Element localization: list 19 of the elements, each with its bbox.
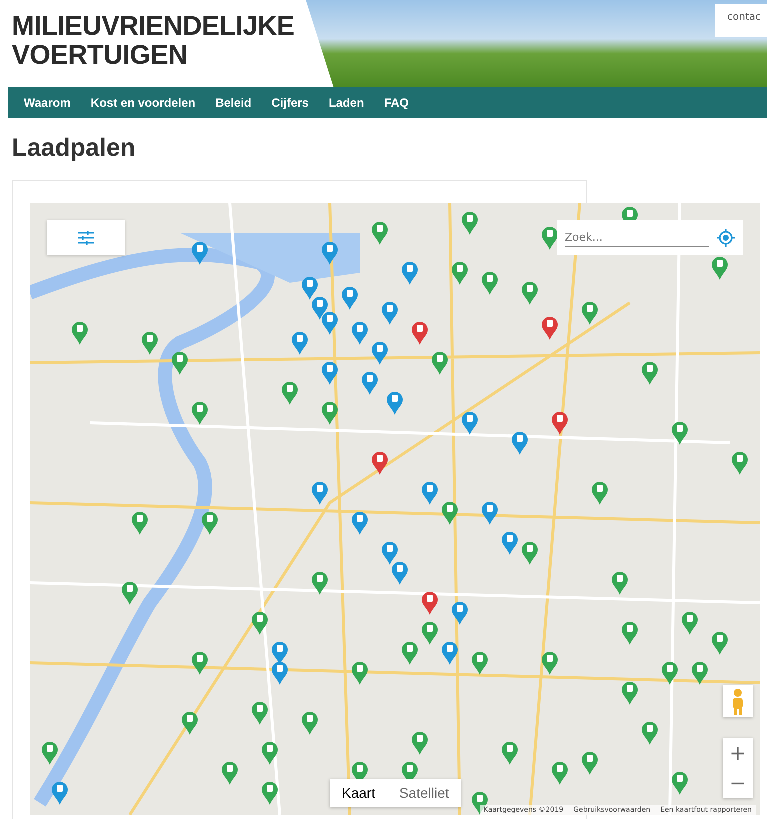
- zoom-in-button[interactable]: +: [723, 738, 753, 768]
- nav-link[interactable]: Cijfers: [262, 96, 319, 110]
- nav-link[interactable]: Laden: [318, 96, 374, 110]
- contact-link[interactable]: contac: [715, 4, 767, 37]
- nav-link[interactable]: FAQ: [374, 96, 419, 110]
- search-panel[interactable]: Zoek...: [557, 220, 743, 255]
- sliders-icon: [78, 230, 94, 244]
- nav-link[interactable]: Kost en voordelen: [80, 96, 206, 110]
- page-title: Laadpalen: [12, 134, 137, 163]
- locate-icon[interactable]: [717, 228, 735, 246]
- map-type-tab[interactable]: Satelliet: [387, 779, 462, 807]
- site-logo-text[interactable]: MILIEUVRIENDELIJKE: [12, 12, 295, 41]
- nav-link[interactable]: Beleid: [206, 96, 262, 110]
- nav-link[interactable]: Waarom: [14, 96, 81, 110]
- map-type-tab[interactable]: Kaart: [330, 779, 388, 807]
- site-logo-text[interactable]: VOERTUIGEN: [12, 41, 188, 70]
- street-view-button[interactable]: [723, 685, 753, 717]
- filter-button[interactable]: [47, 220, 125, 255]
- zoom-out-button[interactable]: −: [723, 768, 753, 798]
